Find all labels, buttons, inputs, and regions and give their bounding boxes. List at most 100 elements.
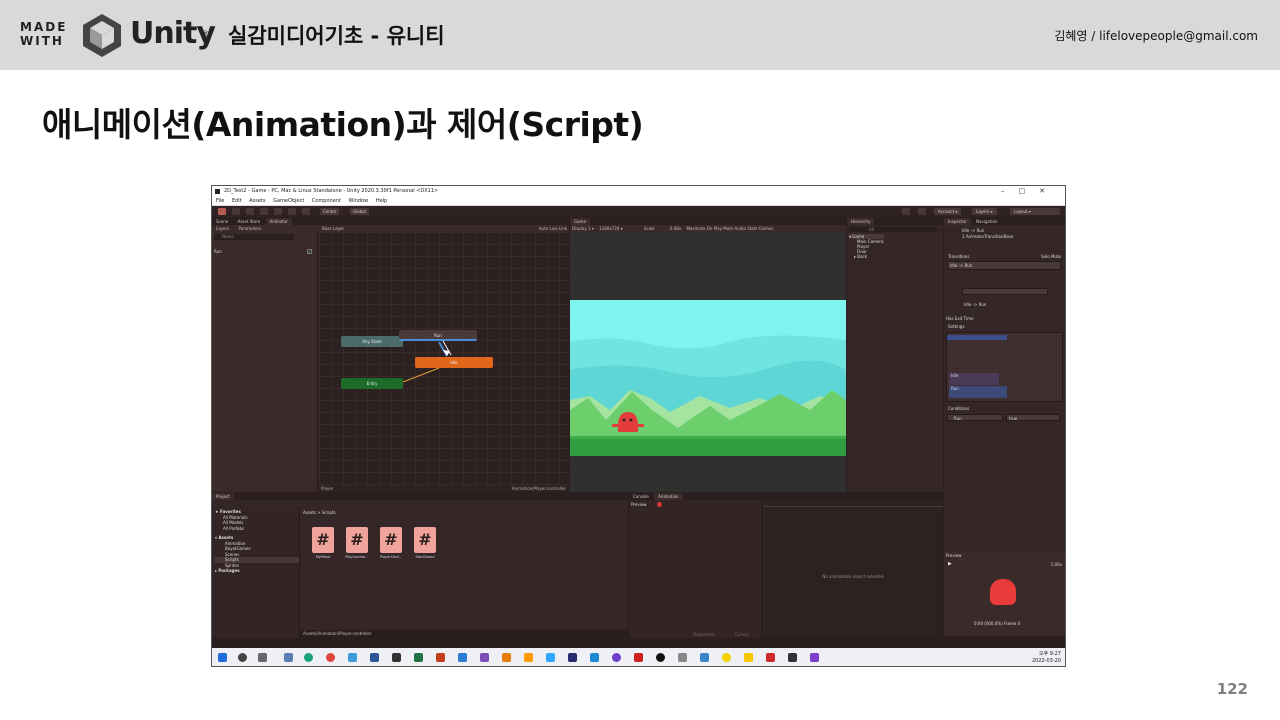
menu-assets[interactable]: Assets (249, 198, 265, 204)
animation-preview-toggle[interactable]: Preview (631, 502, 647, 507)
app-icon[interactable] (370, 653, 379, 662)
tab-animator[interactable]: Animator (265, 218, 292, 225)
project-breadcrumb[interactable]: Assets > Scripts (303, 510, 336, 515)
layers-dropdown[interactable]: Layers ▾ (972, 208, 997, 215)
app-icon[interactable] (656, 653, 665, 662)
tab-hierarchy[interactable]: Hierarchy (847, 218, 875, 225)
hierarchy-item-back[interactable]: ▸ Back (849, 254, 884, 259)
cloud-icon[interactable] (918, 208, 926, 215)
transition-list-row[interactable]: Idle -> Run (947, 261, 1061, 270)
transition-name-field[interactable] (962, 288, 1048, 295)
excel-icon[interactable] (414, 653, 423, 662)
tab-inspector[interactable]: Inspector (944, 218, 971, 225)
kakaotalk-icon[interactable] (722, 653, 731, 662)
auto-live-link-button[interactable]: Auto Live Link (539, 225, 567, 232)
illustrator-icon[interactable] (524, 653, 533, 662)
menu-help[interactable]: Help (376, 198, 387, 204)
pivot-toggle[interactable]: Center (320, 208, 340, 215)
layer-breadcrumb[interactable]: Base Layer (322, 225, 344, 232)
state-any-state[interactable]: Any State (341, 336, 403, 347)
script-file-icon[interactable]: # (414, 527, 436, 553)
space-toggle[interactable]: Global (350, 208, 369, 215)
app-icon[interactable] (700, 653, 709, 662)
rotate-tool-icon[interactable] (246, 208, 254, 215)
animation-timeline[interactable]: No animatable object selected. (764, 500, 943, 638)
transform-tool-icon[interactable] (288, 208, 296, 215)
app-icon[interactable] (480, 653, 489, 662)
dopesheet-tab[interactable]: Dopesheet (693, 631, 715, 638)
app-icon[interactable] (678, 653, 687, 662)
premiere-icon[interactable] (568, 653, 577, 662)
visual-studio-icon[interactable] (810, 653, 819, 662)
unity-hub-icon[interactable] (788, 653, 797, 662)
acrobat-icon[interactable] (766, 653, 775, 662)
search-icon[interactable] (238, 653, 247, 662)
hierarchy-search-input[interactable]: All (849, 227, 937, 232)
state-machine-graph[interactable]: Any State Run Idle Entry (319, 232, 569, 485)
tab-game[interactable]: Game (570, 218, 590, 225)
filezilla-icon[interactable] (634, 653, 643, 662)
tab-scene[interactable]: Scene (212, 218, 232, 225)
photoshop-icon[interactable] (546, 653, 555, 662)
move-tool-icon[interactable] (232, 208, 240, 215)
parameter-checkbox[interactable]: ✓ (307, 249, 312, 254)
blender-icon[interactable] (502, 653, 511, 662)
state-run[interactable]: Run (399, 330, 477, 341)
app-icon[interactable] (612, 653, 621, 662)
menu-component[interactable]: Component (312, 198, 341, 204)
unity-taskbar-icon[interactable] (392, 653, 401, 662)
menu-gameobject[interactable]: GameObject (273, 198, 304, 204)
layout-dropdown[interactable]: Layout ▾ (1010, 208, 1060, 215)
display-dropdown[interactable]: Display 1 ▾ (570, 226, 594, 231)
app-icon[interactable] (744, 653, 753, 662)
windows-start-icon[interactable] (218, 653, 227, 662)
edge-icon[interactable] (304, 653, 313, 662)
tab-console[interactable]: Console (629, 493, 653, 500)
menu-edit[interactable]: Edit (232, 198, 242, 204)
rect-tool-icon[interactable] (274, 208, 282, 215)
state-entry[interactable]: Entry (341, 378, 403, 389)
tab-layers[interactable]: Layers (212, 225, 233, 232)
folder-packages[interactable]: ▸ Packages (215, 568, 299, 574)
tab-parameters[interactable]: Parameters (234, 225, 266, 232)
curves-tab[interactable]: Curves (735, 631, 749, 638)
tab-navigation[interactable]: Navigation (972, 218, 1002, 225)
custom-tool-icon[interactable] (302, 208, 310, 215)
scale-tool-icon[interactable] (260, 208, 268, 215)
chrome-icon[interactable] (326, 653, 335, 662)
app-icon[interactable] (458, 653, 467, 662)
transition-timeline[interactable]: Idle Run (946, 332, 1063, 402)
menu-window[interactable]: Window (349, 198, 369, 204)
script-file-icon[interactable]: # (380, 527, 402, 553)
tab-project[interactable]: Project (212, 493, 234, 500)
powerpoint-icon[interactable] (436, 653, 445, 662)
parameter-search-input[interactable]: Name (214, 234, 294, 240)
tab-asset-store[interactable]: Asset Store (233, 218, 264, 225)
resolution-dropdown[interactable]: 1280x720 ▾ (595, 226, 622, 231)
account-dropdown[interactable]: Account ▾ (934, 208, 962, 215)
parameter-row[interactable]: Run ✓ (214, 249, 314, 255)
system-clock[interactable]: 오후 9:27 2022-03-20 (1032, 651, 1061, 665)
condition-value-dropdown[interactable]: true (1006, 414, 1060, 421)
file-explorer-icon[interactable] (284, 653, 293, 662)
state-idle[interactable]: Idle (415, 357, 493, 368)
app-icon[interactable] (348, 653, 357, 662)
script-file-icon[interactable]: # (312, 527, 334, 553)
preview-play-icon[interactable]: ▶ (948, 561, 954, 567)
menu-file[interactable]: File (216, 198, 224, 204)
window-controls[interactable]: –□✕ (1001, 186, 1059, 197)
collab-icon[interactable] (902, 208, 910, 215)
tab-animation[interactable]: Animation (654, 493, 683, 500)
scale-value[interactable]: 0.48x (656, 226, 681, 231)
task-view-icon[interactable] (258, 653, 267, 662)
folder-all-prefabs[interactable]: All Prefabs (215, 526, 299, 532)
preview-speed[interactable]: 1.00x (1051, 562, 1062, 567)
hierarchy-tree: ▾ Game Main Camera Player Floor ▸ Back (849, 234, 884, 259)
condition-param-dropdown[interactable]: Run (947, 414, 1003, 421)
record-icon[interactable] (657, 502, 662, 507)
hand-tool-icon[interactable] (218, 208, 226, 215)
script-file-icon[interactable]: # (346, 527, 368, 553)
vscode-icon[interactable] (590, 653, 599, 662)
settings-foldout[interactable]: Settings (948, 324, 964, 329)
game-view-options[interactable]: Maximize On Play Mute Audio Stats Gizmos (682, 226, 773, 231)
